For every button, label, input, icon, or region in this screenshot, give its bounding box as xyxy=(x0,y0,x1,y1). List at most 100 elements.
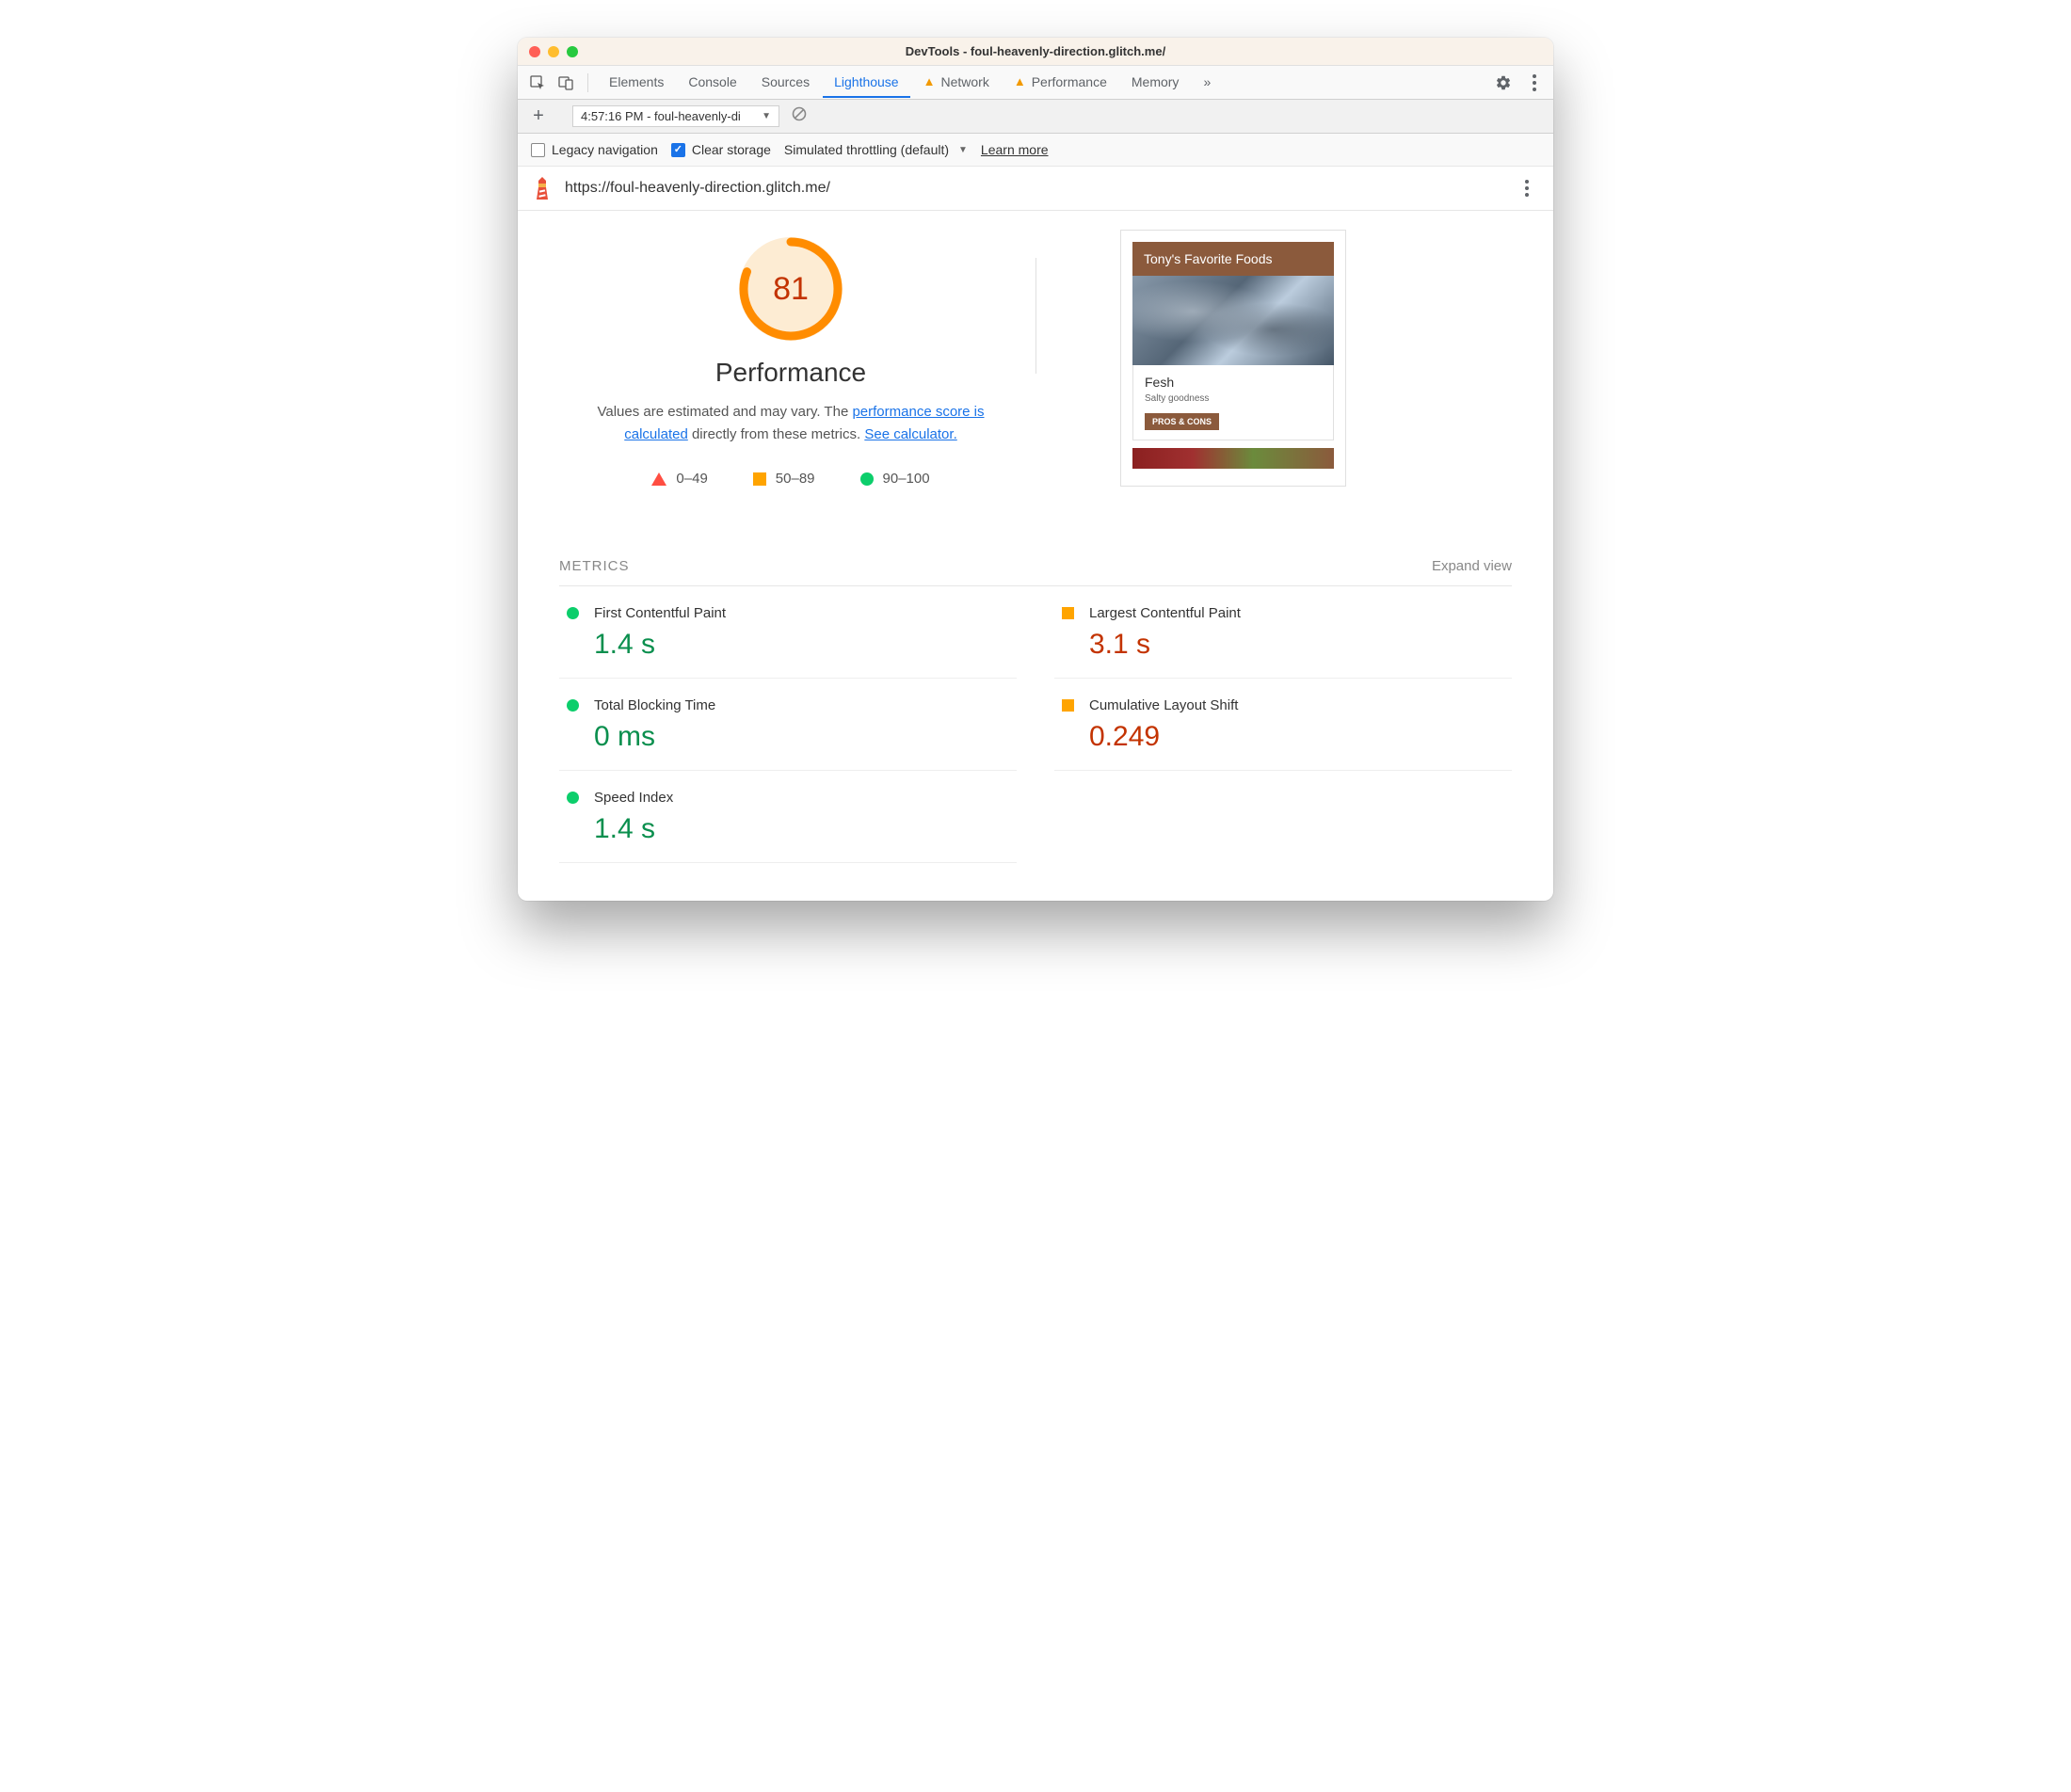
metric-value: 3.1 s xyxy=(1089,629,1512,661)
thumb-card-subtitle: Salty goodness xyxy=(1145,393,1322,404)
score-legend: 0–49 50–89 90–100 xyxy=(651,471,929,487)
lighthouse-toolbar: + 4:57:16 PM - foul-heavenly-di ▼ xyxy=(518,100,1553,134)
new-report-button[interactable]: + xyxy=(527,105,550,127)
metrics-section: METRICS Expand view First Contentful Pai… xyxy=(518,524,1553,901)
checkbox-label: Legacy navigation xyxy=(552,142,658,157)
metric-status-icon xyxy=(567,607,579,619)
window-title: DevTools - foul-heavenly-direction.glitc… xyxy=(518,44,1553,58)
thumb-card-button: PROS & CONS xyxy=(1145,413,1219,430)
circle-icon xyxy=(860,472,874,486)
metric-value: 0 ms xyxy=(594,721,1017,753)
chevron-down-icon: ▼ xyxy=(958,145,968,155)
tab-label: Network xyxy=(940,74,988,89)
triangle-icon xyxy=(651,472,666,486)
metric-item[interactable]: Cumulative Layout Shift 0.249 xyxy=(1054,679,1512,771)
inspect-element-icon[interactable] xyxy=(525,71,550,95)
report-selector[interactable]: 4:57:16 PM - foul-heavenly-di ▼ xyxy=(572,105,779,127)
tab-memory[interactable]: Memory xyxy=(1120,68,1191,98)
traffic-lights xyxy=(529,46,578,57)
main-tabbar: Elements Console Sources Lighthouse ▲ Net… xyxy=(518,66,1553,100)
legacy-navigation-checkbox[interactable]: Legacy navigation xyxy=(531,142,658,157)
tab-lighthouse[interactable]: Lighthouse xyxy=(823,68,910,98)
metric-name: Largest Contentful Paint xyxy=(1089,605,1241,621)
more-options-icon[interactable] xyxy=(1523,71,1546,95)
legend-label: 50–89 xyxy=(776,471,815,487)
clear-storage-checkbox[interactable]: Clear storage xyxy=(671,142,771,157)
lighthouse-logo-icon xyxy=(533,177,552,200)
clear-icon[interactable] xyxy=(791,105,808,127)
tab-performance[interactable]: ▲ Performance xyxy=(1003,68,1118,98)
tab-label: Sources xyxy=(762,74,810,89)
thumb-header: Tony's Favorite Foods xyxy=(1132,242,1334,276)
category-description: Values are estimated and may vary. The p… xyxy=(584,401,998,446)
see-calculator-link[interactable]: See calculator. xyxy=(864,426,956,442)
chevron-right-icon: » xyxy=(1203,74,1211,89)
metric-item[interactable]: First Contentful Paint 1.4 s xyxy=(559,586,1017,679)
report-menu-icon[interactable] xyxy=(1516,176,1538,200)
minimize-window-button[interactable] xyxy=(548,46,559,57)
metric-value: 1.4 s xyxy=(594,813,1017,845)
report-header: https://foul-heavenly-direction.glitch.m… xyxy=(518,167,1553,211)
metric-name: Total Blocking Time xyxy=(594,697,715,713)
metric-status-icon xyxy=(567,792,579,804)
legend-average: 50–89 xyxy=(753,471,815,487)
panel-tabs: Elements Console Sources Lighthouse ▲ Net… xyxy=(598,68,1222,98)
checkbox-icon xyxy=(671,143,685,157)
metrics-heading: METRICS xyxy=(559,558,630,574)
checkbox-icon xyxy=(531,143,545,157)
desc-text: Values are estimated and may vary. The xyxy=(597,404,852,420)
warning-icon: ▲ xyxy=(923,74,936,88)
tab-label: Console xyxy=(688,74,736,89)
metric-status-icon xyxy=(1062,607,1074,619)
learn-more-link[interactable]: Learn more xyxy=(981,142,1049,157)
tab-network[interactable]: ▲ Network xyxy=(912,68,1001,98)
tab-label: Elements xyxy=(609,74,664,89)
throttling-label: Simulated throttling (default) xyxy=(784,142,949,157)
tab-label: Performance xyxy=(1032,74,1107,89)
devtools-window: DevTools - foul-heavenly-direction.glitc… xyxy=(518,38,1553,901)
category-title: Performance xyxy=(715,358,866,388)
score-gauge[interactable]: 81 xyxy=(739,237,843,341)
tab-sources[interactable]: Sources xyxy=(750,68,821,98)
more-tabs-button[interactable]: » xyxy=(1192,68,1222,98)
titlebar: DevTools - foul-heavenly-direction.glitc… xyxy=(518,38,1553,66)
checkbox-label: Clear storage xyxy=(692,142,771,157)
metric-name: First Contentful Paint xyxy=(594,605,726,621)
maximize-window-button[interactable] xyxy=(567,46,578,57)
page-screenshot-thumbnail[interactable]: Tony's Favorite Foods Fesh Salty goodnes… xyxy=(1120,230,1346,487)
tab-console[interactable]: Console xyxy=(677,68,747,98)
close-window-button[interactable] xyxy=(529,46,540,57)
metric-status-icon xyxy=(567,699,579,712)
metric-name: Cumulative Layout Shift xyxy=(1089,697,1238,713)
report-hero: 81 Performance Values are estimated and … xyxy=(518,211,1553,524)
legend-label: 0–49 xyxy=(676,471,707,487)
legend-pass: 90–100 xyxy=(860,471,930,487)
report-selector-label: 4:57:16 PM - foul-heavenly-di xyxy=(581,109,741,123)
metric-value: 1.4 s xyxy=(594,629,1017,661)
thumb-card-body: Fesh Salty goodness PROS & CONS xyxy=(1132,365,1334,440)
tab-elements[interactable]: Elements xyxy=(598,68,675,98)
legend-label: 90–100 xyxy=(883,471,930,487)
desc-text: directly from these metrics. xyxy=(688,426,865,442)
tab-label: Memory xyxy=(1132,74,1180,89)
warning-icon: ▲ xyxy=(1014,74,1026,88)
metric-item[interactable]: Speed Index 1.4 s xyxy=(559,771,1017,863)
report-url: https://foul-heavenly-direction.glitch.m… xyxy=(565,180,1502,197)
tab-label: Lighthouse xyxy=(834,74,899,89)
score-value: 81 xyxy=(739,237,843,341)
metric-item[interactable]: Total Blocking Time 0 ms xyxy=(559,679,1017,771)
metric-name: Speed Index xyxy=(594,790,673,806)
expand-view-toggle[interactable]: Expand view xyxy=(1432,558,1512,574)
thumb-image-strip xyxy=(1132,448,1334,469)
metric-item[interactable]: Largest Contentful Paint 3.1 s xyxy=(1054,586,1512,679)
settings-icon[interactable] xyxy=(1491,71,1516,95)
throttling-select[interactable]: Simulated throttling (default) ▼ xyxy=(784,142,968,157)
device-toolbar-icon[interactable] xyxy=(554,71,578,95)
divider xyxy=(587,73,588,92)
metric-value: 0.249 xyxy=(1089,721,1512,753)
metric-status-icon xyxy=(1062,699,1074,712)
thumb-image xyxy=(1132,276,1334,365)
lighthouse-options-bar: Legacy navigation Clear storage Simulate… xyxy=(518,134,1553,167)
chevron-down-icon: ▼ xyxy=(762,111,771,121)
thumb-card-title: Fesh xyxy=(1145,375,1322,390)
